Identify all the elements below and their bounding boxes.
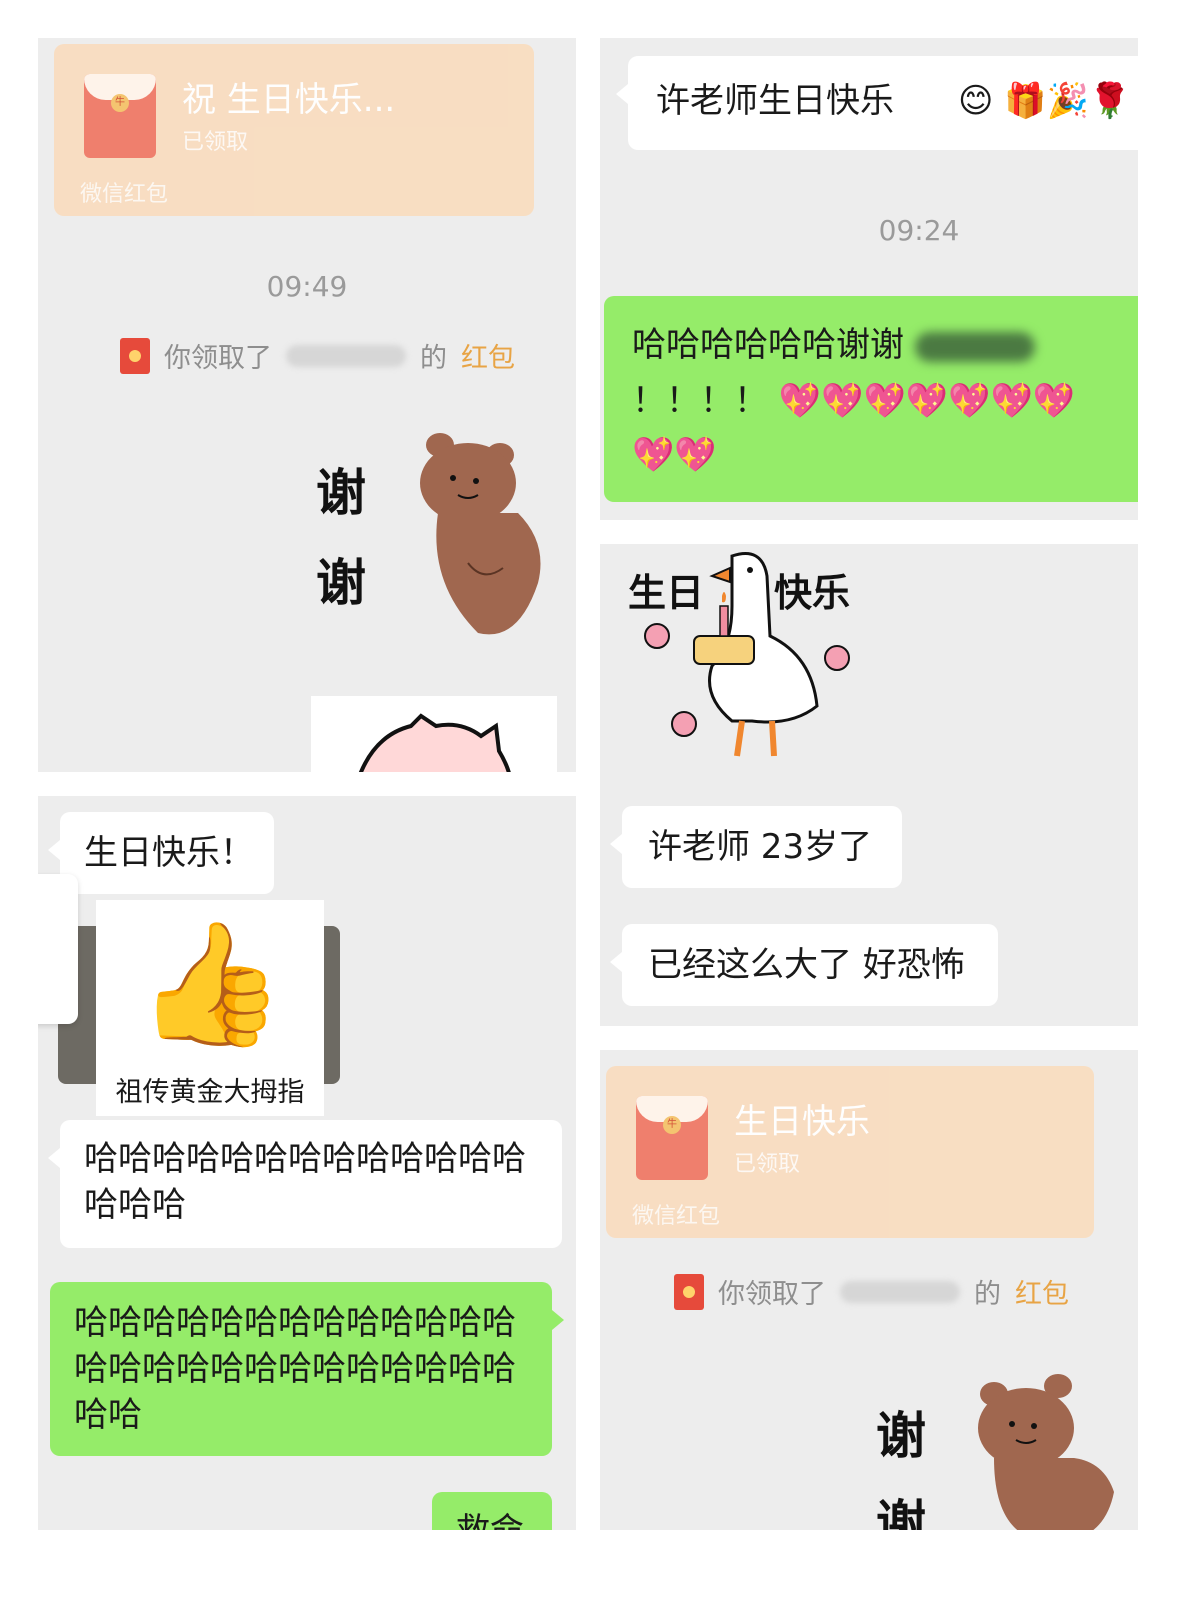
chat-panel-top-right: 许老师生日快乐 😊 🎁🎉🌹 09:24 哈哈哈哈哈哈谢谢 ！！！！ 💖💖💖💖💖💖… <box>600 38 1138 520</box>
chat-panel-bottom-left: 生日快乐！ 👍 祖传黄金大拇指 哈哈哈哈哈哈哈哈哈哈哈哈哈哈哈哈 哈哈哈哈哈哈哈… <box>38 796 576 1530</box>
blurred-name <box>914 331 1035 362</box>
floating-card <box>38 874 78 1024</box>
system-text-suffix: 的 <box>974 1279 1001 1310</box>
message-text: 救命 <box>456 1508 524 1530</box>
message-text: 生日快乐！ <box>84 833 254 873</box>
blurred-name <box>840 1280 960 1303</box>
outgoing-message[interactable]: 哈哈哈哈哈哈谢谢 ！！！！ 💖💖💖💖💖💖💖 💖💖 <box>604 296 1138 502</box>
red-envelope-icon: 牛 <box>84 74 156 158</box>
message-text: 已经这么大了 好恐怖 <box>648 945 965 985</box>
bear-thanks-sticker[interactable]: 谢 谢 <box>308 433 568 643</box>
red-envelope-icon <box>674 1273 704 1310</box>
red-packet-message[interactable]: 牛 生日快乐 已领取 微信红包 <box>606 1066 1094 1238</box>
sticker-text: 生日 <box>628 570 705 615</box>
thumbs-up-icon: 👍 <box>136 915 286 1054</box>
message-text: 哈哈哈哈哈哈哈哈哈哈哈哈哈哈哈哈哈哈哈哈哈哈哈哈哈哈哈哈 <box>74 1303 516 1435</box>
red-envelope-icon: 牛 <box>636 1096 708 1180</box>
pig-sticker[interactable] <box>311 696 557 772</box>
incoming-message[interactable]: 许老师 23岁了 <box>610 806 902 888</box>
thumbs-up-sticker[interactable]: 👍 祖传黄金大拇指 <box>96 900 324 1116</box>
sticker-text: 谢 <box>316 553 366 612</box>
sticker-caption: 祖传黄金大拇指 <box>115 1077 305 1108</box>
chat-panel-top-left: 牛 祝 生日快乐... 已领取 微信红包 09:49 你领取了 的 红包 谢 谢 <box>38 38 576 772</box>
emoji-row: 😊 🎁🎉🌹 <box>958 81 1132 121</box>
outgoing-message[interactable]: 救命 <box>432 1492 552 1530</box>
red-packet-link[interactable]: 红包 <box>461 336 515 375</box>
goose-birthday-sticker[interactable]: 生日 快乐 <box>622 546 872 764</box>
incoming-message[interactable]: 许老师生日快乐 😊 🎁🎉🌹 <box>616 56 1138 150</box>
hearts-emoji-row: 💖💖 <box>632 435 717 475</box>
message-text: 许老师 23岁了 <box>648 827 873 867</box>
sticker-text: 谢 <box>316 463 366 522</box>
outgoing-message[interactable]: 哈哈哈哈哈哈哈哈哈哈哈哈哈哈哈哈哈哈哈哈哈哈哈哈哈哈哈哈 <box>50 1282 564 1456</box>
blurred-name <box>286 344 406 367</box>
pig-icon <box>358 713 511 772</box>
red-packet-title: 生日快乐 <box>734 1102 870 1142</box>
system-text-prefix: 你领取了 <box>164 343 272 374</box>
message-text: ！！！！ <box>632 381 768 421</box>
system-message: 你领取了 的 红包 <box>674 1272 1069 1311</box>
sticker-text: 谢 <box>876 1494 926 1530</box>
message-text: 许老师生日快乐 <box>656 81 894 121</box>
red-packet-link[interactable]: 红包 <box>1015 1272 1069 1311</box>
hearts-emoji-row: 💖💖💖💖💖💖💖 <box>778 381 1076 421</box>
incoming-message[interactable]: 已经这么大了 好恐怖 <box>610 924 998 1006</box>
red-packet-footer: 微信红包 <box>632 1204 721 1229</box>
message-text: 哈哈哈哈哈哈谢谢 <box>632 325 904 365</box>
timestamp: 09:49 <box>266 270 348 303</box>
message-text: 哈哈哈哈哈哈哈哈哈哈哈哈哈哈哈哈 <box>84 1139 526 1225</box>
red-packet-message[interactable]: 牛 祝 生日快乐... 已领取 微信红包 <box>54 44 534 216</box>
bear-icon <box>978 1374 1114 1530</box>
red-envelope-icon <box>120 337 150 374</box>
bear-thanks-sticker[interactable]: 谢 谢 <box>868 1372 1128 1530</box>
system-text-suffix: 的 <box>420 343 447 374</box>
red-packet-status: 已领取 <box>182 130 249 155</box>
sticker-text: 谢 <box>876 1406 926 1465</box>
red-packet-footer: 微信红包 <box>80 182 169 207</box>
incoming-message[interactable]: 生日快乐！ <box>48 812 274 894</box>
system-message: 你领取了 的 红包 <box>120 336 515 375</box>
sticker-text: 快乐 <box>774 570 851 615</box>
incoming-message[interactable]: 哈哈哈哈哈哈哈哈哈哈哈哈哈哈哈哈 <box>48 1120 562 1248</box>
red-packet-status: 已领取 <box>734 1152 801 1177</box>
bear-icon <box>420 433 541 635</box>
chat-panel-bottom-right: 牛 生日快乐 已领取 微信红包 你领取了 的 红包 谢 谢 <box>600 1050 1138 1530</box>
system-text-prefix: 你领取了 <box>718 1279 826 1310</box>
red-packet-title: 祝 生日快乐... <box>182 80 396 120</box>
timestamp: 09:24 <box>878 214 960 247</box>
chat-panel-middle-right: 生日 快乐 许老师 23岁了 已经这么大了 好恐怖 <box>600 544 1138 1026</box>
